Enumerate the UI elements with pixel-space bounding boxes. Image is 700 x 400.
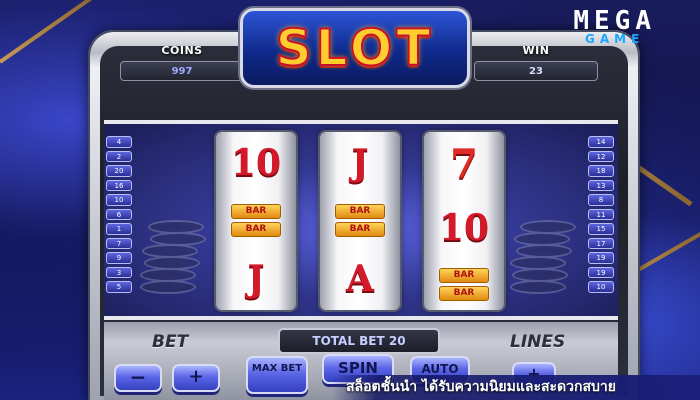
- payline-right-2: 12: [588, 150, 614, 162]
- payline-left-8: 7: [106, 237, 132, 249]
- reel-symbol: A: [346, 257, 374, 300]
- bar-symbol-label: BAR: [439, 267, 489, 283]
- payline-right-7: 15: [588, 223, 614, 235]
- payline-left-1: 4: [106, 136, 132, 148]
- payline-right-6: 11: [588, 208, 614, 220]
- promo-banner: สล็อตชั้นนำ ได้รับความนิยมและสะดวกสบาย: [332, 375, 700, 400]
- payline-left-2: 2: [106, 150, 132, 162]
- slot-logo: SLOT: [240, 8, 470, 88]
- bar-symbol-label: BAR: [231, 204, 281, 220]
- payline-right-5: 8: [588, 194, 614, 206]
- payline-right-10: 19: [588, 266, 614, 278]
- bar-symbol-label: BAR: [335, 222, 385, 238]
- bar-symbol-label: BAR: [231, 222, 281, 238]
- reel-2: J BAR BAR A: [320, 132, 400, 310]
- coins-display: COINS 997: [120, 44, 244, 81]
- mega-game-logo: MEGA GAME: [573, 6, 656, 46]
- bar-symbol-label: BAR: [439, 285, 489, 301]
- max-bet-button[interactable]: MAX BET: [246, 356, 308, 394]
- reel-1: 10 BAR BAR J: [216, 132, 296, 310]
- reel-3: 7 10 BAR BAR: [424, 132, 504, 310]
- bet-decrease-button[interactable]: −: [114, 364, 162, 392]
- coins-value: 997: [120, 61, 244, 81]
- bet-label: BET: [152, 332, 189, 352]
- payline-right-1: 14: [588, 136, 614, 148]
- reel-symbol: 10: [230, 142, 282, 185]
- reel-symbol: 7: [450, 141, 478, 189]
- bar-symbol: BAR BAR: [439, 267, 489, 301]
- payline-left-9: 9: [106, 252, 132, 264]
- paylines-left: 4 2 20 16 10 6 1 7 9 3 5: [106, 136, 132, 293]
- lines-label: LINES: [510, 332, 566, 352]
- payline-right-11: 10: [588, 281, 614, 293]
- slot-logo-text: SLOT: [275, 18, 435, 78]
- total-bet-display: TOTAL BET 20: [278, 328, 440, 354]
- payline-left-3: 20: [106, 165, 132, 177]
- bar-symbol: BAR BAR: [335, 204, 385, 238]
- payline-left-4: 16: [106, 179, 132, 191]
- game-logo-text: GAME: [585, 32, 645, 46]
- payline-right-9: 19: [588, 252, 614, 264]
- paylines-right: 14 12 18 13 8 11 15 17 19 19 10: [588, 136, 614, 293]
- payline-left-11: 5: [106, 281, 132, 293]
- payline-left-7: 1: [106, 223, 132, 235]
- win-value: 23: [474, 61, 598, 81]
- reel-symbol: 10: [438, 206, 490, 249]
- bar-symbol-label: BAR: [335, 204, 385, 220]
- payline-left-5: 10: [106, 194, 132, 206]
- payline-right-4: 13: [588, 179, 614, 191]
- coin-stack-left: [140, 210, 210, 300]
- reel-symbol: J: [351, 142, 369, 185]
- reel-symbol: J: [247, 257, 265, 300]
- bar-symbol: BAR BAR: [231, 204, 281, 238]
- coin-stack-right: [510, 210, 580, 300]
- coins-label: COINS: [161, 44, 203, 57]
- payline-left-10: 3: [106, 266, 132, 278]
- payline-right-8: 17: [588, 237, 614, 249]
- bet-increase-button[interactable]: +: [172, 364, 220, 392]
- win-display: WIN 23: [474, 44, 598, 81]
- payline-left-6: 6: [106, 208, 132, 220]
- payline-right-3: 18: [588, 165, 614, 177]
